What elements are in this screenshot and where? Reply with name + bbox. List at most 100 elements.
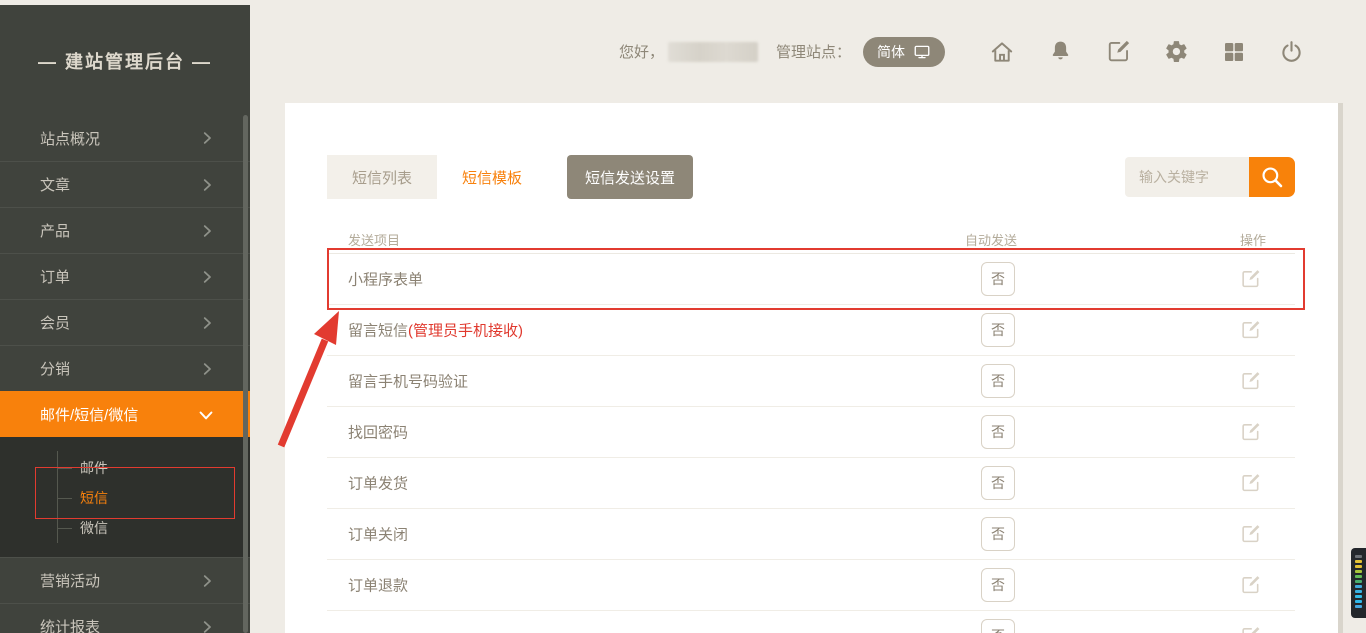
tab-sms-template[interactable]: 短信模板 [437,155,547,199]
gear-icon[interactable] [1164,39,1189,64]
widget-stripe [1355,565,1362,568]
search-box [1125,157,1295,197]
widget-stripe [1355,555,1362,558]
power-icon[interactable] [1279,39,1304,64]
browser-extension-widget[interactable] [1351,548,1366,618]
row-send-item-name: 订单关闭 [348,524,408,545]
greeting-text: 您好， [619,41,664,62]
col-header-action: 操作 [1240,230,1266,249]
sidebar-item[interactable]: 产品 [0,207,250,253]
row-name-note: (管理员手机接收) [408,323,523,340]
topbar-icons [989,39,1304,65]
sidebar-item-label: 分销 [40,358,70,379]
widget-stripe [1355,600,1362,603]
panel-shadow [1338,103,1343,633]
sidebar: — 建站管理后台 — 站点概况文章产品订单会员分销邮件/短信/微信邮件短信微信营… [0,5,250,633]
redacted-username [668,42,758,62]
sidebar-subitem[interactable]: 微信 [0,513,250,543]
language-pill[interactable]: 简体 [863,37,945,67]
sidebar-item[interactable]: 营销活动 [0,557,250,603]
table-row: 留言手机号码验证 否 [327,356,1295,407]
row-send-item-name: 订单发货 [348,473,408,494]
sidebar-item-label: 邮件/短信/微信 [40,404,138,425]
auto-send-toggle-button[interactable]: 否 [981,466,1015,500]
chevron-right-icon [198,268,216,286]
sidebar-item-label: 订单 [40,266,70,287]
auto-send-toggle-button[interactable]: 否 [981,619,1015,633]
auto-send-toggle-button[interactable]: 否 [981,364,1015,398]
auto-send-toggle-button[interactable]: 否 [981,568,1015,602]
sidebar-title: — 建站管理后台 — [0,5,250,74]
search-button[interactable] [1249,157,1295,197]
sidebar-item[interactable]: 统计报表 [0,603,250,633]
sidebar-item[interactable]: 文章 [0,161,250,207]
sidebar-item-label: 产品 [40,220,70,241]
auto-send-toggle-button[interactable]: 否 [981,313,1015,347]
row-send-item-name: 留言手机号码验证 [348,371,468,392]
table-row: 订单退款 否 [327,560,1295,611]
widget-stripe [1355,585,1362,588]
chevron-right-icon [198,618,216,633]
row-send-item-name: 小程序表单 [348,269,423,290]
edit-icon[interactable] [1240,422,1261,443]
home-icon[interactable] [989,39,1015,65]
edit-icon[interactable] [1240,524,1261,545]
row-send-item-name: 找回密码 [348,422,408,443]
sidebar-item-label: 营销活动 [40,570,100,591]
chevron-down-icon [196,405,216,425]
widget-stripe [1355,590,1362,593]
bell-icon[interactable] [1048,39,1073,64]
chevron-right-icon [198,360,216,378]
language-pill-label: 简体 [877,42,905,62]
edit-icon[interactable] [1240,371,1261,392]
sidebar-submenu: 邮件短信微信 [0,437,250,557]
sidebar-menu: 站点概况文章产品订单会员分销邮件/短信/微信邮件短信微信营销活动统计报表 [0,115,250,633]
sidebar-item-label: 会员 [40,312,70,333]
apps-grid-icon[interactable] [1222,40,1246,64]
widget-stripe [1355,560,1362,563]
chevron-right-icon [198,129,216,147]
col-header-auto-send: 自动发送 [965,230,1017,249]
chevron-right-icon [198,222,216,240]
sidebar-item[interactable]: 会员 [0,299,250,345]
sidebar-item-label: 站点概况 [40,128,100,149]
sms-template-table: 发送项目 自动发送 操作 小程序表单否留言短信(管理员手机接收)否留言手机号码验… [327,228,1295,633]
chevron-right-icon [198,572,216,590]
topbar: 您好， 管理站点： 简体 [250,0,1366,103]
sidebar-item[interactable]: 邮件/短信/微信 [0,391,250,437]
widget-stripe [1355,580,1362,583]
table-header: 发送项目 自动发送 操作 [327,228,1295,254]
widget-stripe [1355,595,1362,598]
auto-send-toggle-button[interactable]: 否 [981,262,1015,296]
table-row: 订单发货 否 [327,458,1295,509]
edit-icon[interactable] [1240,575,1261,596]
table-row: 订单关闭 否 [327,509,1295,560]
sidebar-subitem[interactable]: 短信 [0,483,250,513]
sidebar-item[interactable]: 订单 [0,253,250,299]
auto-send-toggle-button[interactable]: 否 [981,517,1015,551]
auto-send-toggle-button[interactable]: 否 [981,415,1015,449]
admin-page: — 建站管理后台 — 站点概况文章产品订单会员分销邮件/短信/微信邮件短信微信营… [0,0,1366,633]
chevron-right-icon [198,314,216,332]
edit-icon[interactable] [1106,39,1131,64]
widget-stripe [1355,575,1362,578]
table-body: 小程序表单否留言短信(管理员手机接收)否留言手机号码验证否找回密码否订单发货否订… [327,254,1295,633]
row-send-item-name: 留言短信(管理员手机接收) [348,320,523,341]
row-send-item-name: 订单退款 [348,575,408,596]
widget-stripe [1355,605,1362,608]
search-icon [1259,164,1285,190]
sidebar-item[interactable]: 分销 [0,345,250,391]
sidebar-scrollbar[interactable] [243,115,248,633]
table-row: 留言短信(管理员手机接收) 否 [327,305,1295,356]
sidebar-item[interactable]: 站点概况 [0,115,250,161]
edit-icon[interactable] [1240,473,1261,494]
edit-icon[interactable] [1240,269,1261,290]
search-input[interactable] [1125,157,1249,197]
table-row: 小程序表单 否 [327,254,1295,305]
tab-sms-send-settings[interactable]: 短信发送设置 [567,155,693,199]
sidebar-subitem[interactable]: 邮件 [0,453,250,483]
edit-icon[interactable] [1240,320,1261,341]
tab-sms-list[interactable]: 短信列表 [327,155,437,199]
edit-icon[interactable] [1240,626,1261,633]
monitor-icon [913,43,931,61]
